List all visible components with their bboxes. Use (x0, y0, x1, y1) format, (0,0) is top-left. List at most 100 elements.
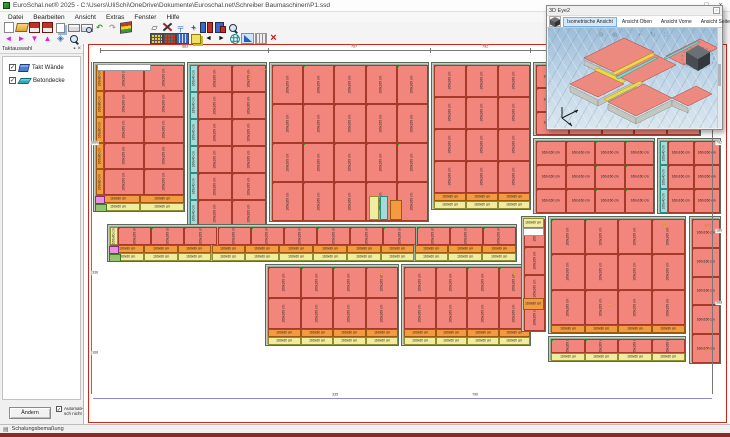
takt-item-takt-w-nde[interactable]: ✓Takt Wände (9, 61, 80, 74)
formwork-panel[interactable]: 160x160 cm (350, 227, 383, 245)
filler-piece[interactable] (109, 246, 119, 254)
formwork-panel[interactable]: 160x160 cm (144, 117, 184, 143)
formwork-panel[interactable]: 160x160 cm (301, 267, 334, 298)
edge-panel[interactable]: 160x80 cm (96, 169, 104, 195)
filler-piece[interactable] (390, 200, 402, 220)
formwork-panel[interactable]: 160x160 cm (303, 65, 334, 104)
formwork-panel[interactable]: 160x160 cm (466, 129, 498, 161)
formwork-panel[interactable]: 160x160 cm (668, 189, 694, 213)
formwork-panel[interactable]: 160x160 cm (144, 91, 184, 117)
filler-strip[interactable]: 160x60 cm (434, 201, 466, 209)
menu-ansicht[interactable]: Ansicht (70, 14, 101, 21)
formwork-panel[interactable]: 160x160 cm (595, 165, 625, 189)
filler-piece[interactable]: 160x60 cm (523, 218, 544, 228)
formwork-panel[interactable]: 160x160 cm (434, 129, 466, 161)
filler-strip[interactable]: 160x60 cm (268, 337, 301, 345)
formwork-panel[interactable]: 160x160 cm (483, 227, 516, 245)
filler-strip[interactable]: 160x80 cm (268, 329, 301, 337)
formwork-panel[interactable]: 160x160 cm (232, 200, 266, 227)
3d-viewport[interactable]: ⊖ ⊕ ◌ + ↻ ∷ (548, 28, 721, 128)
filler-piece[interactable] (95, 204, 107, 212)
formwork-panel[interactable]: 160x160 cm (333, 298, 366, 329)
formwork-panel[interactable]: 160x160 cm (184, 227, 217, 245)
formwork-panel[interactable]: 160x160 cm (498, 129, 530, 161)
formwork-panel[interactable]: 160x160 cm (694, 189, 720, 213)
filler-strip[interactable]: 160x60 cm (212, 253, 246, 261)
formwork-panel[interactable]: 160x160 cm (551, 254, 585, 289)
formwork-panel[interactable]: 160x160 cm (450, 227, 483, 245)
edge-panel[interactable]: 160x40 cm (660, 165, 668, 189)
print-icon[interactable] (67, 22, 80, 33)
filler-strip[interactable]: 160x60 cm (618, 353, 652, 361)
3d-scrollbar[interactable] (717, 28, 721, 128)
filler-strip[interactable]: 160x80 cm (279, 245, 313, 253)
formwork-panel[interactable]: 160x160 cm (524, 247, 545, 275)
formwork-panel[interactable]: 160x160 cm (198, 173, 232, 200)
formwork-panel[interactable]: 160x160 cm (334, 182, 365, 221)
save-icon[interactable] (28, 22, 41, 33)
formwork-panel[interactable]: 160x160 cm (144, 169, 184, 195)
filler-strip[interactable]: 160x80 cm (178, 245, 212, 253)
view-button-ansicht-vorne[interactable]: Ansicht Vorne (657, 17, 696, 27)
formwork-panel[interactable]: 160x160 cm (692, 305, 720, 334)
support-prop-icon[interactable]: ╤ (174, 22, 187, 33)
formwork-panel[interactable]: 160x160 cm (303, 182, 334, 221)
filler-strip[interactable]: 160x60 cm (381, 253, 415, 261)
filler-strip[interactable]: 160x60 cm (313, 253, 347, 261)
filler-strip[interactable]: 160x80 cm (313, 245, 347, 253)
filler-strip[interactable]: 160x80 cm (482, 245, 516, 253)
formwork-panel[interactable]: 160x160 cm (334, 104, 365, 143)
view-button-ansicht-seite[interactable]: Ansicht Seite (697, 17, 730, 27)
filler-piece[interactable] (97, 64, 151, 71)
takt-item-betondecke[interactable]: ✓Betondecke (9, 74, 80, 87)
new-icon[interactable] (2, 22, 15, 33)
formwork-panel[interactable]: 160x160 cm (625, 165, 655, 189)
panel-close-icon[interactable]: × (77, 46, 81, 52)
formwork-panel[interactable]: 160x160 cm (198, 200, 232, 227)
formwork-panel[interactable]: 160x160 cm (595, 141, 625, 165)
filler-strip[interactable]: 160x60 cm (448, 253, 482, 261)
formwork-panel[interactable]: 160x160 cm (272, 104, 303, 143)
copy-takt-icon[interactable] (189, 33, 202, 44)
formwork-panel[interactable]: 160x160 cm (232, 92, 266, 119)
edge-panel[interactable]: 160x40 cm (190, 200, 198, 227)
formwork-panel[interactable]: 160x160 cm (585, 254, 619, 289)
filler-piece[interactable] (523, 228, 544, 236)
filler-strip[interactable]: 160x60 cm (415, 253, 449, 261)
formwork-panel[interactable]: 160x160 cm (618, 339, 652, 353)
edge-panel[interactable]: 160x40 cm (660, 189, 668, 213)
filler-strip[interactable]: 160x80 cm (551, 325, 585, 333)
formwork-panel[interactable]: 160x160 cm (668, 165, 694, 189)
nav-down-icon[interactable]: ▼ (28, 33, 41, 44)
formwork-panel[interactable]: 160x160 cm (268, 298, 301, 329)
formwork-panel[interactable]: 160x160 cm (436, 267, 468, 298)
save-as-icon[interactable] (41, 22, 54, 33)
filler-strip[interactable]: 160x80 cm (144, 245, 178, 253)
edge-panel[interactable]: 160x40 cm (190, 65, 198, 92)
edge-panel[interactable]: 160x80 cm (96, 143, 104, 169)
formwork-panel[interactable]: 160x160 cm (144, 143, 184, 169)
zoom-icon[interactable] (226, 22, 239, 33)
formwork-panel[interactable]: 160x160 cm (436, 298, 468, 329)
change-button[interactable]: Ändern (9, 407, 51, 419)
filler-piece[interactable] (109, 254, 121, 262)
formwork-panel[interactable]: 160x160 cm (434, 161, 466, 193)
formwork-panel[interactable]: 160x160 cm (303, 104, 334, 143)
formwork-panel[interactable]: 160x160 cm (317, 227, 350, 245)
formwork-panel[interactable]: 160x160 cm (397, 143, 428, 182)
filler-strip[interactable]: 160x60 cm (467, 337, 499, 345)
formwork-panel[interactable]: 160x160 cm (652, 290, 686, 325)
wall-single-icon[interactable] (213, 22, 226, 33)
filler-strip[interactable]: 160x80 cm (466, 193, 498, 201)
filler-piece[interactable] (380, 196, 388, 220)
formwork-panel[interactable]: 160x160 cm (498, 97, 530, 129)
formwork-panel[interactable]: 160x160 cm (618, 219, 652, 254)
formwork-panel[interactable]: 160x160 cm (466, 97, 498, 129)
filler-strip[interactable]: 160x60 cm (144, 253, 178, 261)
formwork-panel[interactable]: 160x160 cm (268, 267, 301, 298)
formwork-panel[interactable]: 160x160 cm (104, 91, 144, 117)
formwork-panel[interactable]: 160x160 cm (303, 143, 334, 182)
filler-strip[interactable]: 160x60 cm (482, 253, 516, 261)
formwork-panel[interactable]: 160x160 cm (694, 165, 720, 189)
3d-eye-titlebar[interactable]: 3D Eye2 ▫ (547, 6, 722, 15)
